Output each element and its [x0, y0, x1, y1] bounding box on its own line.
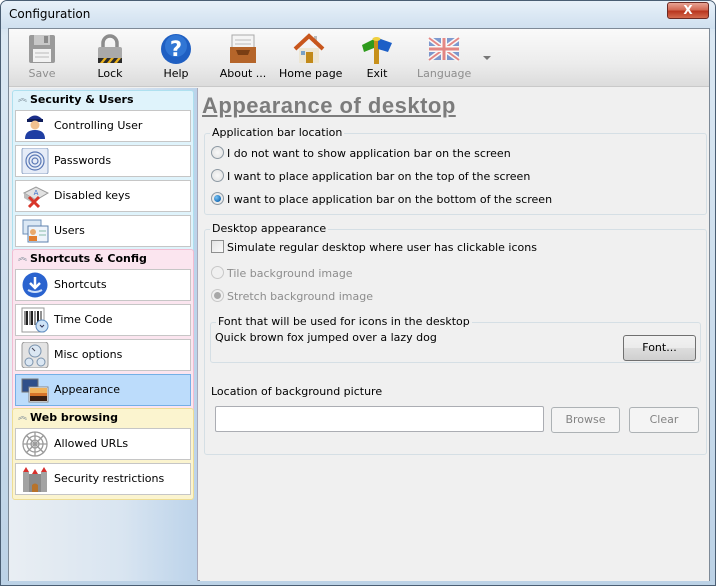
radio-app-bar-bottom[interactable]: I want to place application bar on the b…	[211, 192, 552, 208]
sidebar-item-label: Misc options	[54, 348, 123, 361]
radio-stretch-background[interactable]: Stretch background image	[211, 289, 373, 305]
exit-button[interactable]: Exit	[359, 33, 395, 83]
sidebar-item-passwords[interactable]: Passwords	[15, 145, 191, 177]
close-button[interactable]: X	[667, 2, 709, 19]
radio-button[interactable]	[211, 266, 224, 279]
sidebar-item-controlling-user[interactable]: Controlling User	[15, 110, 191, 142]
toolbar: Save Lock ? Help About ... Home page Exi…	[9, 29, 709, 87]
uk-flag-icon	[428, 35, 460, 63]
clear-button[interactable]: Clear	[629, 407, 699, 433]
save-button[interactable]: Save	[21, 33, 63, 83]
background-location-input[interactable]	[215, 406, 544, 432]
language-label: Language	[417, 67, 472, 80]
save-label: Save	[28, 67, 56, 80]
sidebar-item-label: Security restrictions	[54, 472, 165, 485]
radio-tile-background[interactable]: Tile background image	[211, 266, 353, 282]
radio-app-bar-top[interactable]: I want to place application bar on the t…	[211, 169, 530, 185]
configuration-window: Configuration X Save Lock ? Help About .…	[0, 0, 716, 586]
sidebar-item-label: Allowed URLs	[54, 437, 129, 450]
castle-icon	[23, 467, 47, 492]
radio-button[interactable]	[211, 192, 224, 205]
sidebar-item-label: Time Code	[54, 313, 113, 326]
user-cards-icon	[22, 219, 49, 243]
about-label: About ...	[219, 67, 267, 80]
sidebar-item-misc-options[interactable]: Misc options	[15, 339, 191, 371]
sidebar-item-label: Shortcuts	[54, 278, 107, 291]
sidebar-item-label: Controlling User	[54, 119, 143, 132]
group-header-security-users[interactable]: ︽ Security & Users	[14, 93, 192, 108]
exit-label: Exit	[366, 67, 388, 80]
close-icon: X	[683, 3, 693, 17]
icon-font-legend: Font that will be used for icons in the …	[216, 315, 472, 328]
sidebar-item-label: Passwords	[54, 154, 112, 167]
sidebar-item-disabled-keys[interactable]: A Disabled keys	[15, 180, 191, 212]
sidebar-item-label: Disabled keys	[54, 189, 131, 202]
sidebar-item-shortcuts[interactable]: Shortcuts	[15, 269, 191, 301]
about-button[interactable]: About ...	[217, 33, 269, 83]
group-web-browsing: ︽ Web browsing Allowed URLs Security rest…	[12, 408, 194, 500]
group-security-users: ︽ Security & Users Controlling User Passw…	[12, 90, 194, 252]
font-button[interactable]: Font...	[623, 335, 696, 361]
app-bar-location-legend: Application bar location	[210, 126, 345, 139]
house-icon	[293, 33, 325, 63]
help-question-icon: ?	[161, 34, 191, 64]
group-header-web-browsing[interactable]: ︽ Web browsing	[14, 411, 192, 426]
checkbox[interactable]	[211, 240, 224, 253]
icon-font-group: Font that will be used for icons in the …	[210, 315, 701, 363]
home-page-label: Home page	[279, 67, 343, 80]
lock-button[interactable]: Lock	[89, 33, 131, 83]
sidebar-item-allowed-urls[interactable]: Allowed URLs	[15, 428, 191, 460]
language-dropdown-arrow-icon[interactable]	[483, 56, 491, 60]
page-title: Appearance of desktop	[202, 93, 456, 118]
lock-label: Lock	[97, 67, 123, 80]
disabled-key-icon: A	[22, 186, 49, 209]
svg-text:?: ?	[170, 37, 182, 61]
app-bar-location-group: Application bar location I do not want t…	[204, 126, 707, 215]
sunset-picture-icon	[21, 378, 49, 403]
sidebar: ︽ Security & Users Controlling User Passw…	[9, 88, 198, 581]
radio-button[interactable]	[211, 146, 224, 159]
policeman-icon	[25, 115, 45, 139]
browse-button[interactable]: Browse	[551, 407, 620, 433]
collapse-chevron-icon[interactable]: ︽	[18, 411, 27, 423]
sidebar-item-appearance[interactable]: Appearance	[15, 374, 191, 406]
simulate-desktop-checkbox[interactable]: Simulate regular desktop where user has …	[211, 240, 537, 256]
shortcut-arrow-icon	[22, 272, 48, 298]
group-header-shortcuts-config[interactable]: ︽ Shortcuts & Config	[14, 252, 192, 267]
sidebar-item-users[interactable]: Users	[15, 215, 191, 247]
inbox-tray-icon	[230, 34, 256, 63]
home-page-button[interactable]: Home page	[279, 33, 343, 83]
collapse-chevron-icon[interactable]: ︽	[18, 252, 27, 264]
language-button[interactable]: Language	[417, 33, 471, 83]
collapse-chevron-icon[interactable]: ︽	[18, 93, 27, 105]
desktop-appearance-group: Desktop appearance Simulate regular desk…	[204, 222, 707, 455]
background-location-label: Location of background picture	[211, 385, 383, 398]
window-title: Configuration	[9, 7, 91, 21]
font-sample-text: Quick brown fox jumped over a lazy dog	[215, 331, 437, 344]
radio-button[interactable]	[211, 289, 224, 302]
padlock-icon	[98, 34, 122, 63]
sidebar-item-time-code[interactable]: Time Code	[15, 304, 191, 336]
gauges-icon	[21, 342, 49, 368]
help-label: Help	[163, 67, 189, 80]
fingerprint-icon	[21, 148, 49, 174]
client-area: Save Lock ? Help About ... Home page Exi…	[8, 28, 710, 581]
sidebar-item-label: Users	[54, 224, 85, 237]
radio-button[interactable]	[211, 169, 224, 182]
help-button[interactable]: ? Help	[155, 33, 197, 83]
radio-app-bar-hide[interactable]: I do not want to show application bar on…	[211, 146, 511, 162]
group-shortcuts-config: ︽ Shortcuts & Config Shortcuts Time Code …	[12, 249, 194, 411]
sidebar-item-security-restrictions[interactable]: Security restrictions	[15, 463, 191, 495]
floppy-disk-icon	[29, 35, 55, 63]
svg-text:A: A	[34, 189, 39, 197]
signpost-icon	[362, 37, 392, 64]
spider-web-icon	[22, 431, 48, 457]
main-panel: Appearance of desktop Application bar lo…	[200, 88, 709, 581]
desktop-appearance-legend: Desktop appearance	[210, 222, 329, 235]
barcode-clock-icon	[21, 307, 49, 333]
sidebar-item-label: Appearance	[54, 383, 121, 396]
title-bar: Configuration X	[1, 1, 715, 29]
